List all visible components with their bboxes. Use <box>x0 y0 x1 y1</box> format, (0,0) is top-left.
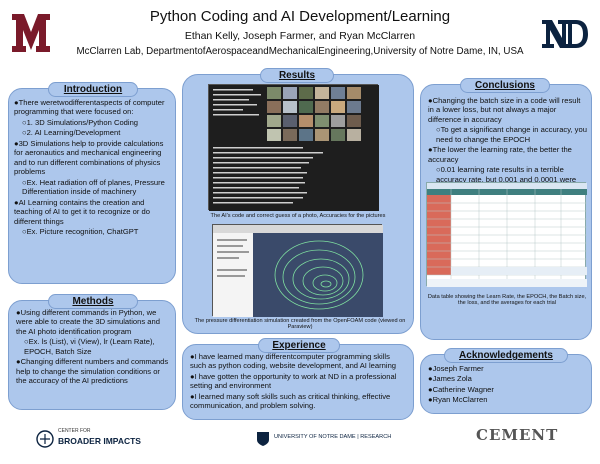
poster-authors: Ethan Kelly, Joseph Farmer, and Ryan McC… <box>184 30 416 42</box>
experience-line: ●I learned many soft skills such as crit… <box>190 391 391 411</box>
data-table-graphic <box>427 183 587 287</box>
acknowledgements-heading: Acknowledgements <box>444 348 568 363</box>
results-heading: Results <box>260 68 334 83</box>
acknowledgements-list: ●Joseph Farmer ●James Zola ●Catherine Wa… <box>428 364 588 406</box>
notre-dame-shield-icon <box>257 432 269 446</box>
ack-name: ●Ryan McClarren <box>428 395 488 405</box>
intro-line: ●There weretwodifferentaspects of comput… <box>14 98 165 117</box>
table-caption: Data table showing the Learn Rate, the E… <box>427 294 587 306</box>
results-caption-2: The pressure differentiation simulation … <box>194 318 406 330</box>
introduction-text: ●There weretwodifferentaspects of comput… <box>14 98 172 238</box>
intro-line: ●AI Learning contains the creation and t… <box>14 197 150 226</box>
intro-line: ○1. 3D Simulations/Python Coding <box>22 117 139 127</box>
methods-line: ●Changing different numbers and commands… <box>16 357 169 386</box>
methods-text: ●Using different commands in Python, we … <box>16 308 170 387</box>
notre-dame-logo <box>542 20 588 48</box>
conclusions-line: ○To get a significant change in accuracy… <box>436 125 587 144</box>
intro-line: ●3D Simulations help to provide calculat… <box>14 138 164 177</box>
conclusions-line: ●The lower the learning rate, the better… <box>428 145 572 164</box>
ai-output-graphic <box>209 85 379 211</box>
introduction-heading: Introduction <box>48 82 138 97</box>
intro-line: ○Ex. Heat radiation off of planes, Press… <box>22 177 165 197</box>
experience-text: ●I have learned many differentcomputer p… <box>190 352 408 412</box>
cement-logo: CEMENT <box>476 426 559 444</box>
poster-affiliation: McClarren Lab, DepartmentofAerospaceandM… <box>76 46 524 57</box>
experience-heading: Experience <box>258 338 340 353</box>
ai-code-screenshot <box>208 84 379 211</box>
intro-line: ○Ex. Picture recognition, ChatGPT <box>22 227 139 237</box>
notre-dame-research-logo: UNIVERSITY OF NOTRE DAME | RESEARCH <box>256 430 391 450</box>
methods-line: ○Ex. ls (List), vi (View), lr (Learn Rat… <box>24 337 155 356</box>
results-data-table <box>426 182 587 287</box>
conclusions-heading: Conclusions <box>460 78 550 93</box>
broader-impacts-emblem-icon <box>36 430 54 448</box>
experience-line: ●I have gotten the opportunity to work a… <box>190 371 397 391</box>
methods-heading: Methods <box>48 294 138 309</box>
experience-line: ●I have learned many differentcomputer p… <box>190 352 397 371</box>
paraview-screenshot <box>212 224 383 317</box>
conclusions-text: ●Changing the batch size in a code will … <box>428 96 588 195</box>
broader-impacts-logo: CENTER FOR BROADER IMPACTS <box>36 426 146 454</box>
table-rows <box>427 189 587 287</box>
broader-impacts-small-text: CENTER FOR <box>58 428 91 434</box>
broader-impacts-text: BROADER IMPACTS <box>58 436 141 446</box>
pressure-simulation-graphic <box>213 225 383 317</box>
intro-line: ○2. AI Learning/Development <box>22 128 121 138</box>
ack-name: ●Catherine Wagner <box>428 384 494 394</box>
poster-title: Python Coding and AI Development/Learnin… <box>149 8 451 25</box>
conclusions-line: ●Changing the batch size in a code will … <box>428 96 581 124</box>
ack-name: ●Joseph Farmer <box>428 364 484 373</box>
methods-line: ●Using different commands in Python, we … <box>16 308 160 336</box>
results-caption-1: The AI's code and correct guess of a pho… <box>210 213 386 219</box>
ack-name: ●James Zola <box>428 374 472 384</box>
notre-dame-research-text: UNIVERSITY OF NOTRE DAME | RESEARCH <box>274 434 392 440</box>
